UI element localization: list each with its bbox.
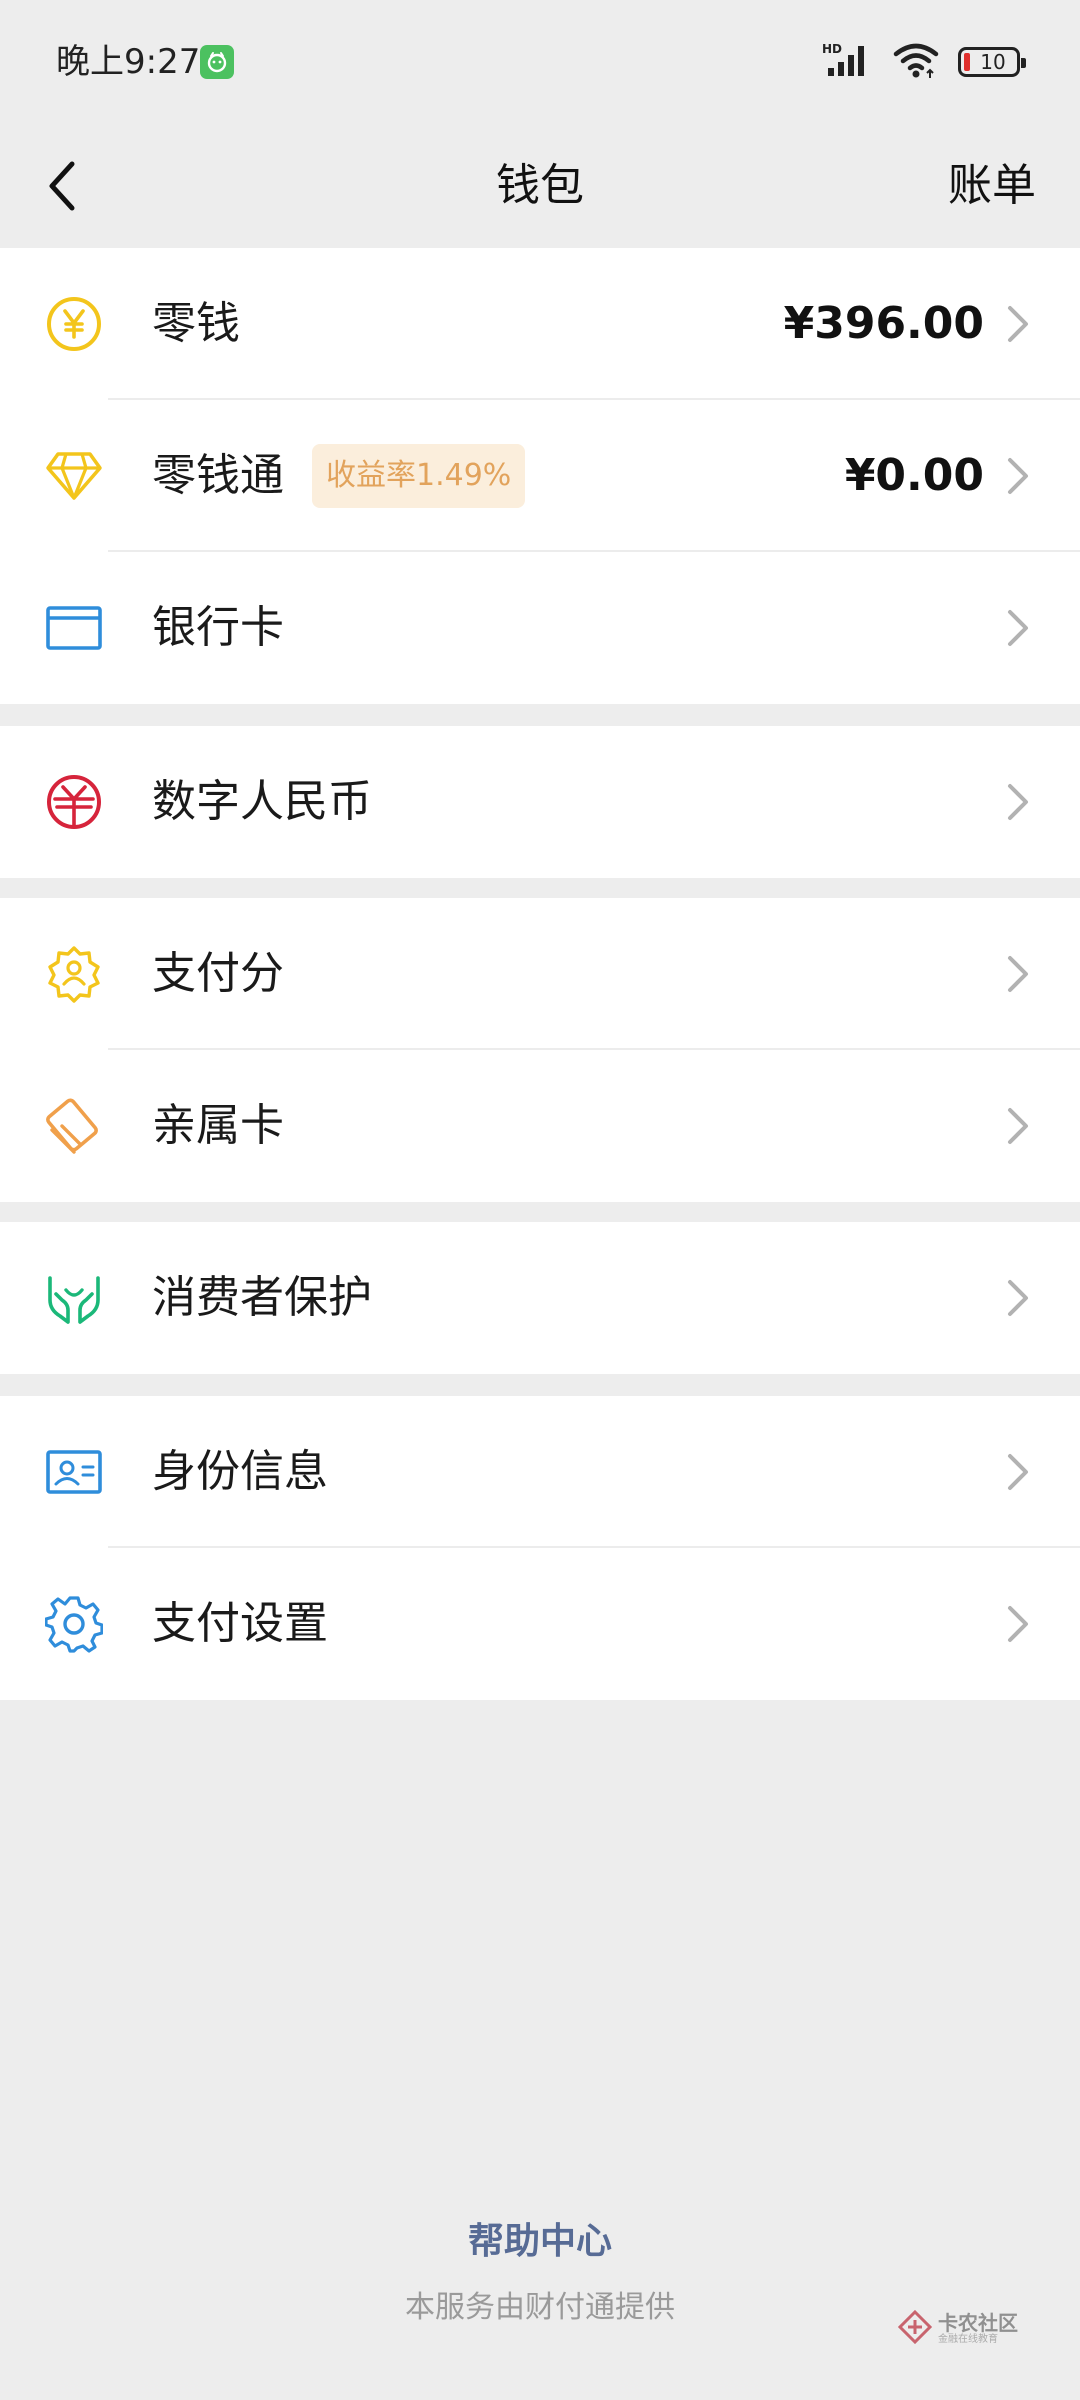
watermark-logo-icon: [897, 2309, 933, 2348]
row-change[interactable]: 零钱 ¥396.00: [0, 248, 1080, 400]
row-digital-rmb[interactable]: 数字人民币: [0, 726, 1080, 878]
row-label: 零钱: [152, 298, 240, 349]
row-label: 消费者保护: [152, 1272, 372, 1323]
wallet-group-credit: 支付分 亲属卡: [0, 898, 1080, 1202]
battery-level: 10: [980, 50, 1006, 74]
digital-rmb-icon: [44, 772, 104, 832]
wallet-group-digital-rmb: 数字人民币: [0, 726, 1080, 878]
status-time: 晚上9:27: [56, 42, 201, 82]
help-center-link[interactable]: 帮助中心: [0, 2214, 1080, 2270]
page-title: 钱包: [496, 160, 584, 211]
watermark-subtitle: 金融在线教育: [938, 2334, 998, 2345]
row-identity-info[interactable]: 身份信息: [0, 1396, 1080, 1548]
row-bank-card[interactable]: 银行卡: [0, 552, 1080, 704]
chevron-right-icon: [1000, 306, 1036, 342]
row-pay-score[interactable]: 支付分: [0, 898, 1080, 1050]
wallet-group-protection: 消费者保护: [0, 1222, 1080, 1374]
watermark: 卡农社区 金融在线教育: [897, 2306, 1048, 2352]
gear-icon: [44, 1594, 104, 1654]
row-label: 支付设置: [152, 1598, 328, 1649]
yield-rate-badge: 收益率1.49%: [312, 444, 526, 508]
wallet-group-settings: 身份信息 支付设置: [0, 1396, 1080, 1700]
row-family-card[interactable]: 亲属卡: [0, 1050, 1080, 1202]
status-bar: 晚上9:27 HD 10: [0, 0, 1080, 124]
chevron-right-icon: [1000, 1280, 1036, 1316]
diamond-icon: [44, 446, 104, 506]
protection-hands-icon: [44, 1268, 104, 1328]
chevron-right-icon: [1000, 1454, 1036, 1490]
chevron-right-icon: [1000, 784, 1036, 820]
pay-score-badge-icon: [44, 944, 104, 1004]
row-label: 支付分: [152, 948, 284, 999]
row-label: 数字人民币: [152, 776, 372, 827]
wallet-group-balances: 零钱 ¥396.00 零钱通 收益率1.49% ¥0.00 银行卡: [0, 248, 1080, 704]
row-payment-settings[interactable]: 支付设置: [0, 1548, 1080, 1700]
change-plus-balance: ¥0.00: [844, 450, 984, 501]
id-card-icon: [44, 1442, 104, 1502]
chevron-right-icon: [1000, 610, 1036, 646]
status-icons: HD 10: [820, 40, 1026, 84]
bank-card-icon: [44, 598, 104, 658]
row-label: 身份信息: [152, 1446, 328, 1497]
nav-bar: 钱包 账单: [0, 124, 1080, 248]
network-type-label: HD: [822, 42, 842, 56]
hd-signal-icon: HD: [820, 40, 874, 84]
watermark-title: 卡农社区: [938, 2311, 1018, 2335]
chevron-right-icon: [1000, 1108, 1036, 1144]
row-label: 亲属卡: [152, 1100, 284, 1151]
change-balance: ¥396.00: [783, 298, 984, 349]
bill-button[interactable]: 账单: [948, 154, 1036, 218]
notification-app-icon: [200, 45, 234, 79]
battery-icon: 10: [958, 47, 1026, 77]
chevron-right-icon: [1000, 458, 1036, 494]
family-card-icon: [44, 1096, 104, 1156]
row-change-plus[interactable]: 零钱通 收益率1.49% ¥0.00: [0, 400, 1080, 552]
row-consumer-protection[interactable]: 消费者保护: [0, 1222, 1080, 1374]
row-label: 零钱通: [152, 450, 284, 501]
chevron-right-icon: [1000, 956, 1036, 992]
row-label: 银行卡: [152, 602, 284, 653]
wifi-icon: [892, 40, 940, 84]
yuan-coin-icon: [44, 294, 104, 354]
chevron-right-icon: [1000, 1606, 1036, 1642]
